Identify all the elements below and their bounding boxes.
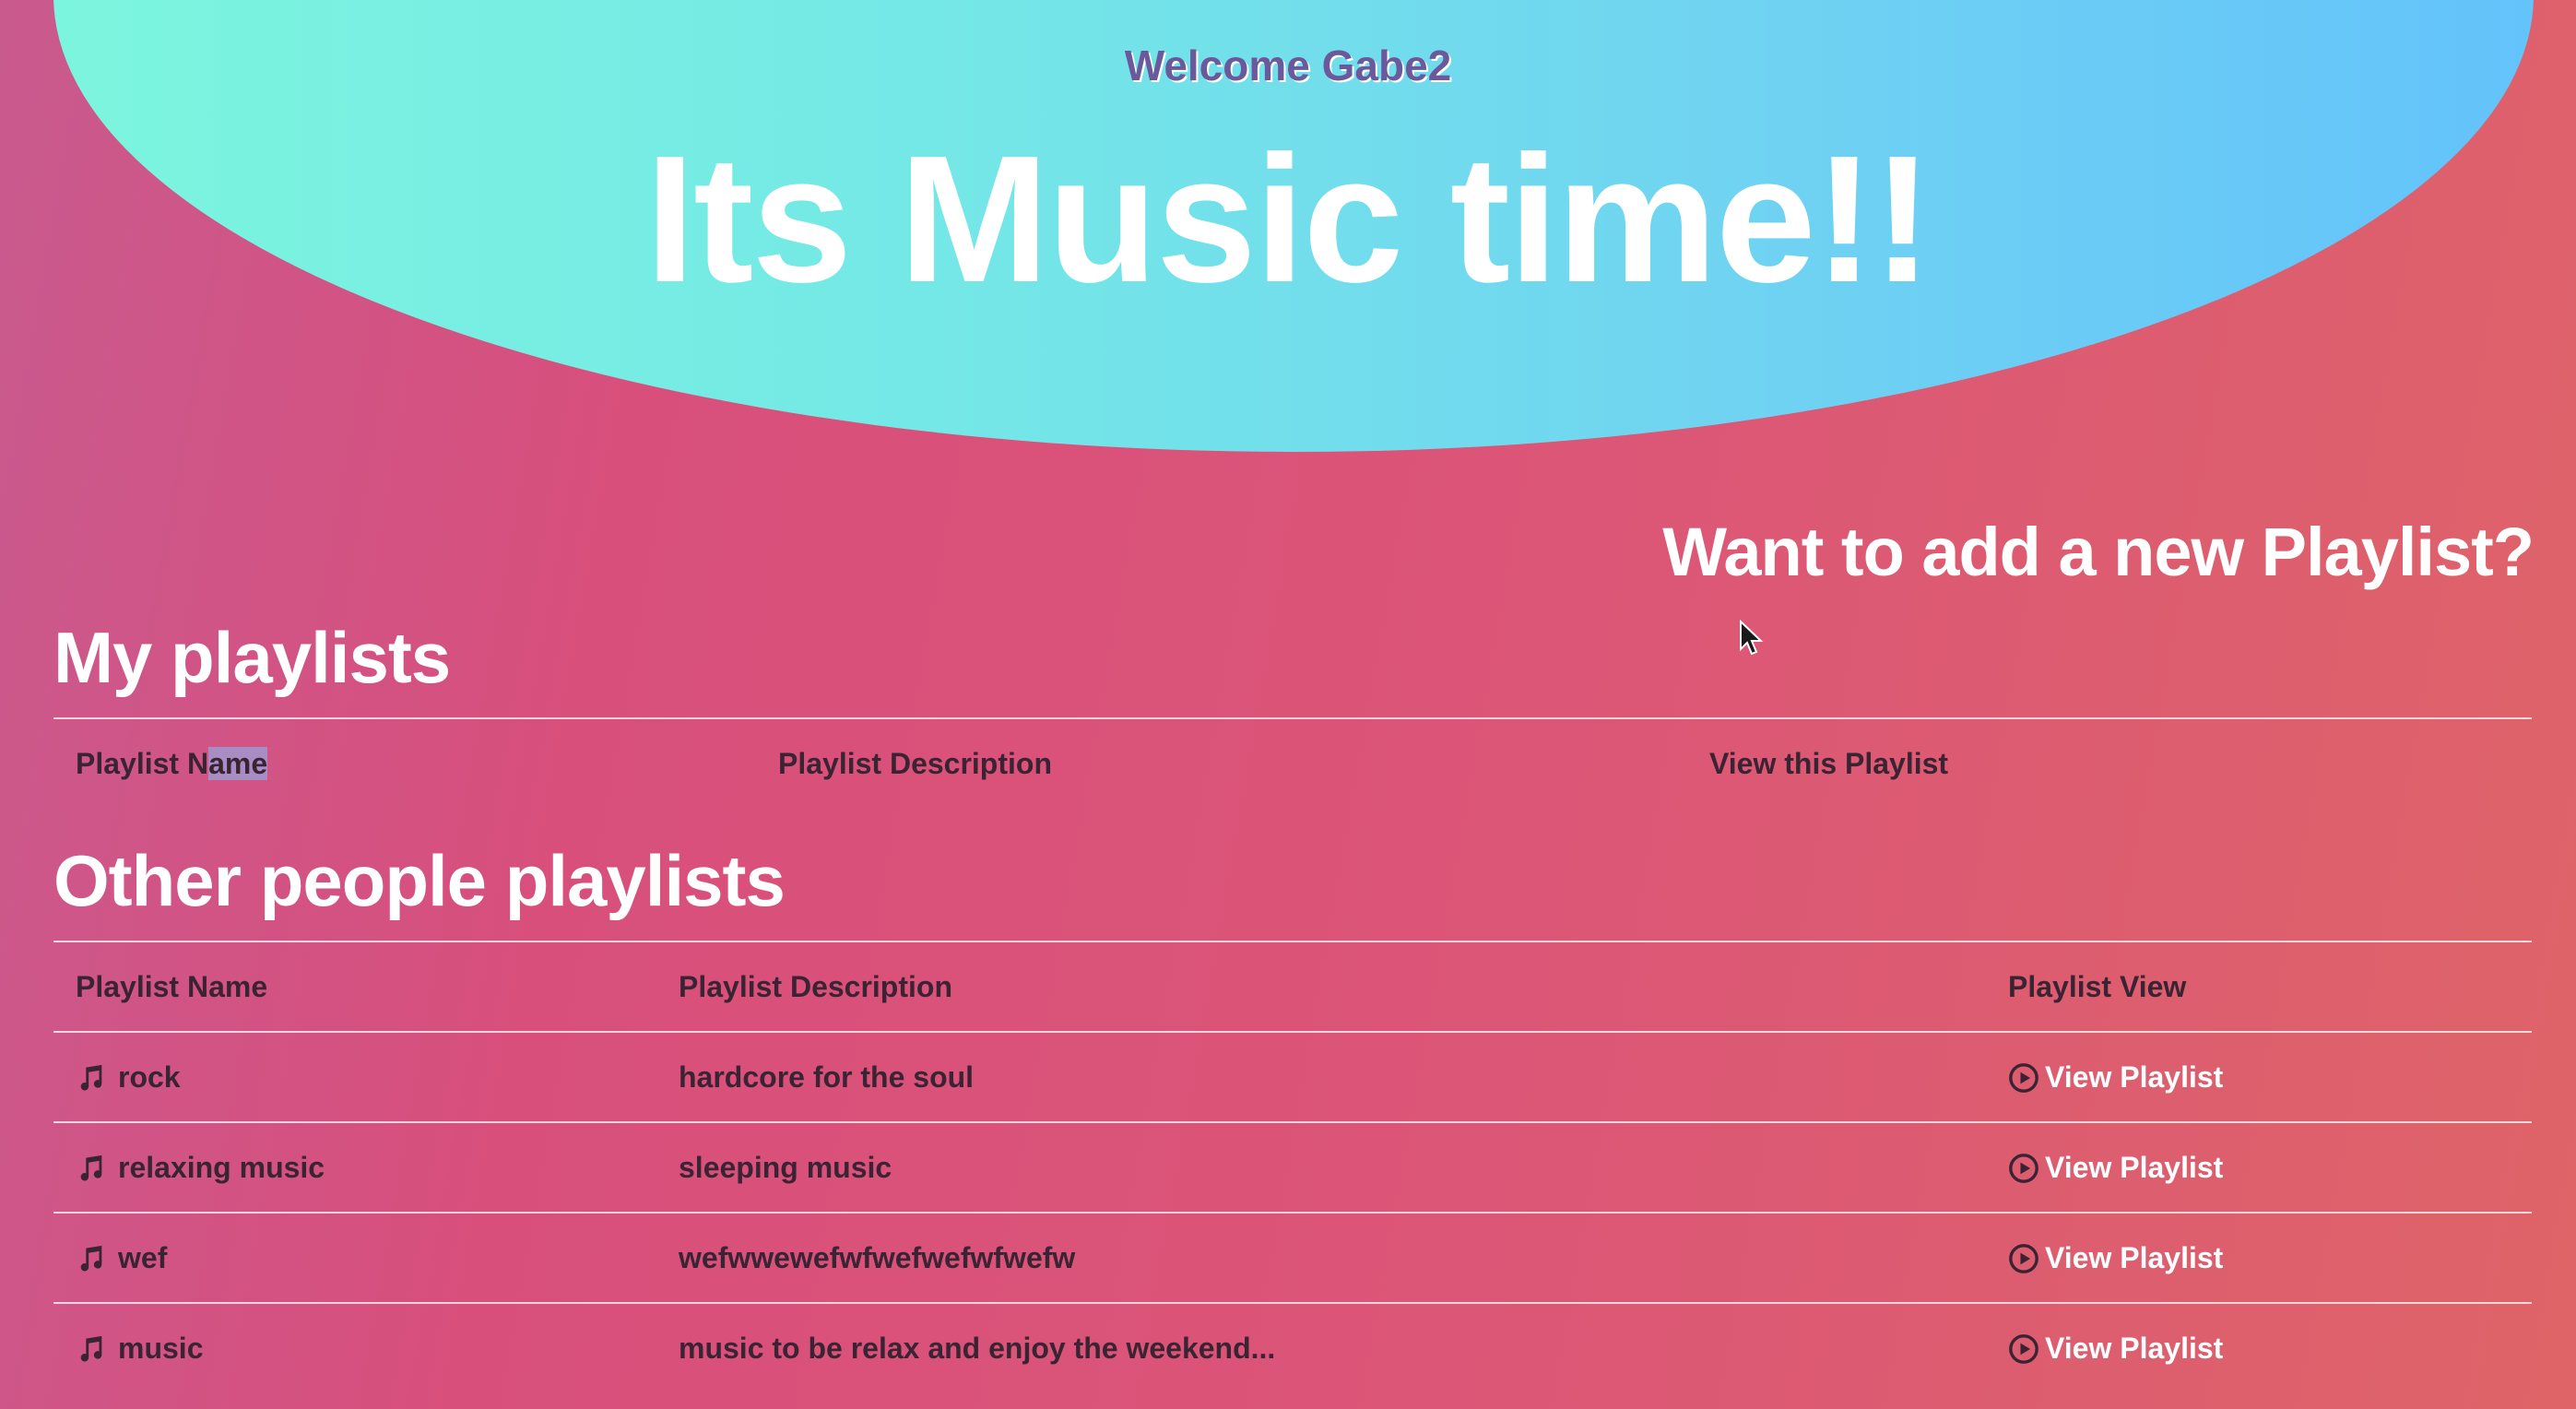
play-circle-icon bbox=[2009, 1153, 2038, 1183]
table-row: music music to be relax and enjoy the we… bbox=[53, 1304, 2532, 1394]
music-note-icon bbox=[80, 1154, 102, 1180]
welcome-message: Welcome Gabe2 bbox=[1124, 41, 1452, 89]
playlist-name: music bbox=[118, 1332, 204, 1365]
playlist-name-cell: wef bbox=[76, 1241, 167, 1275]
playlist-description: wefwwewefwfwefwefwfwefw bbox=[679, 1241, 1076, 1274]
playlist-name: rock bbox=[118, 1060, 181, 1094]
column-header-name-text: Playlist N bbox=[76, 747, 209, 780]
my-playlists-divider bbox=[53, 717, 2532, 719]
view-playlist-button[interactable]: View Playlist bbox=[2008, 1332, 2223, 1366]
table-row: wef wefwwewefwfwefwefwfwefw View Playlis… bbox=[53, 1214, 2532, 1304]
playlist-name: wef bbox=[118, 1241, 168, 1274]
music-note-icon bbox=[80, 1335, 102, 1361]
view-playlist-label[interactable]: View Playlist bbox=[2045, 1241, 2223, 1275]
column-header-playlist-name: Playlist Name bbox=[76, 747, 268, 781]
column-header-view-playlist: View this Playlist bbox=[1709, 747, 1949, 780]
view-playlist-label[interactable]: View Playlist bbox=[2045, 1151, 2223, 1185]
column-header-playlist-name: Playlist Name bbox=[76, 970, 268, 1003]
other-playlists-divider bbox=[53, 941, 2532, 942]
table-row: rock hardcore for the soul View Playlist bbox=[53, 1033, 2532, 1123]
my-playlists-title: My playlists bbox=[53, 617, 451, 698]
playlist-name-cell: music bbox=[76, 1332, 203, 1366]
table-row: relaxing music sleeping music View Playl… bbox=[53, 1123, 2532, 1214]
view-playlist-button[interactable]: View Playlist bbox=[2008, 1151, 2223, 1185]
column-header-playlist-description: Playlist Description bbox=[679, 970, 952, 1003]
selected-text: ame bbox=[208, 747, 268, 780]
view-playlist-button[interactable]: View Playlist bbox=[2008, 1241, 2223, 1275]
play-circle-icon bbox=[2009, 1243, 2038, 1273]
view-playlist-label[interactable]: View Playlist bbox=[2045, 1060, 2223, 1095]
playlist-name-cell: relaxing music bbox=[76, 1151, 325, 1185]
playlist-name: relaxing music bbox=[118, 1151, 325, 1184]
playlist-description: hardcore for the soul bbox=[679, 1060, 975, 1094]
music-note-icon bbox=[80, 1064, 102, 1090]
view-playlist-label[interactable]: View Playlist bbox=[2045, 1332, 2223, 1366]
view-playlist-button[interactable]: View Playlist bbox=[2008, 1060, 2223, 1095]
mouse-cursor-icon bbox=[1740, 620, 1764, 656]
play-circle-icon bbox=[2009, 1333, 2038, 1364]
playlist-description: sleeping music bbox=[679, 1151, 892, 1184]
music-note-icon bbox=[80, 1245, 102, 1271]
add-playlist-link[interactable]: Want to add a new Playlist? bbox=[1662, 513, 2535, 591]
column-header-playlist-view: Playlist View bbox=[2008, 970, 2187, 1003]
play-circle-icon bbox=[2009, 1062, 2038, 1093]
other-playlists-title: Other people playlists bbox=[53, 840, 786, 921]
page-title: Its Music time!! bbox=[644, 118, 1933, 320]
playlist-name-cell: rock bbox=[76, 1060, 181, 1095]
playlist-description: music to be relax and enjoy the weekend.… bbox=[679, 1332, 1276, 1365]
column-header-playlist-description: Playlist Description bbox=[778, 747, 1052, 780]
